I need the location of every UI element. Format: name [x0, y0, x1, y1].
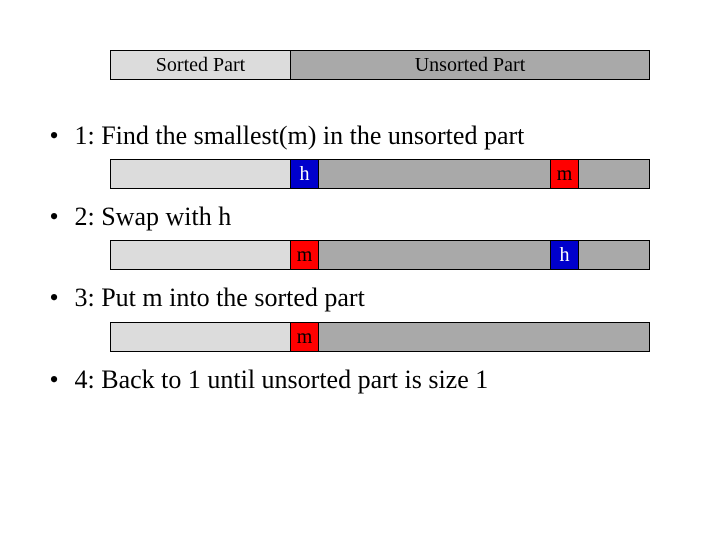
bar-step-1: h m	[110, 159, 650, 189]
legend-bar: Sorted Part Unsorted Part	[110, 50, 650, 80]
bar1-h-cell: h	[291, 160, 319, 188]
bar1-m-cell: m	[551, 160, 579, 188]
bar3-rest	[319, 323, 649, 351]
bar2-gap	[319, 241, 551, 269]
bar3-sorted	[111, 323, 291, 351]
bar1-sorted	[111, 160, 291, 188]
bullet-icon: •	[40, 364, 68, 395]
bullet-icon: •	[40, 201, 68, 232]
legend-unsorted-part: Unsorted Part	[291, 51, 649, 79]
bar2-sorted	[111, 241, 291, 269]
step-4-text: 4: Back to 1 until unsorted part is size…	[75, 365, 489, 394]
step-1: • 1: Find the smallest(m) in the unsorte…	[40, 120, 680, 151]
step-2-text: 2: Swap with h	[75, 202, 232, 231]
bar3-m-cell: m	[291, 323, 319, 351]
bar1-gap	[319, 160, 551, 188]
diagram-stage: Sorted Part Unsorted Part • 1: Find the …	[0, 0, 720, 433]
bar-step-3: m	[110, 322, 650, 352]
steps-list: • 1: Find the smallest(m) in the unsorte…	[40, 120, 680, 395]
step-1-text: 1: Find the smallest(m) in the unsorted …	[75, 121, 525, 150]
step-3: • 3: Put m into the sorted part	[40, 282, 680, 313]
legend-sorted-part: Sorted Part	[111, 51, 291, 79]
bar2-tail	[579, 241, 649, 269]
bullet-icon: •	[40, 120, 68, 151]
bar1-tail	[579, 160, 649, 188]
bar-step-2: m h	[110, 240, 650, 270]
bar2-h-cell: h	[551, 241, 579, 269]
step-4: • 4: Back to 1 until unsorted part is si…	[40, 364, 680, 395]
bullet-icon: •	[40, 282, 68, 313]
bar2-m-cell: m	[291, 241, 319, 269]
step-3-text: 3: Put m into the sorted part	[75, 283, 365, 312]
step-2: • 2: Swap with h	[40, 201, 680, 232]
